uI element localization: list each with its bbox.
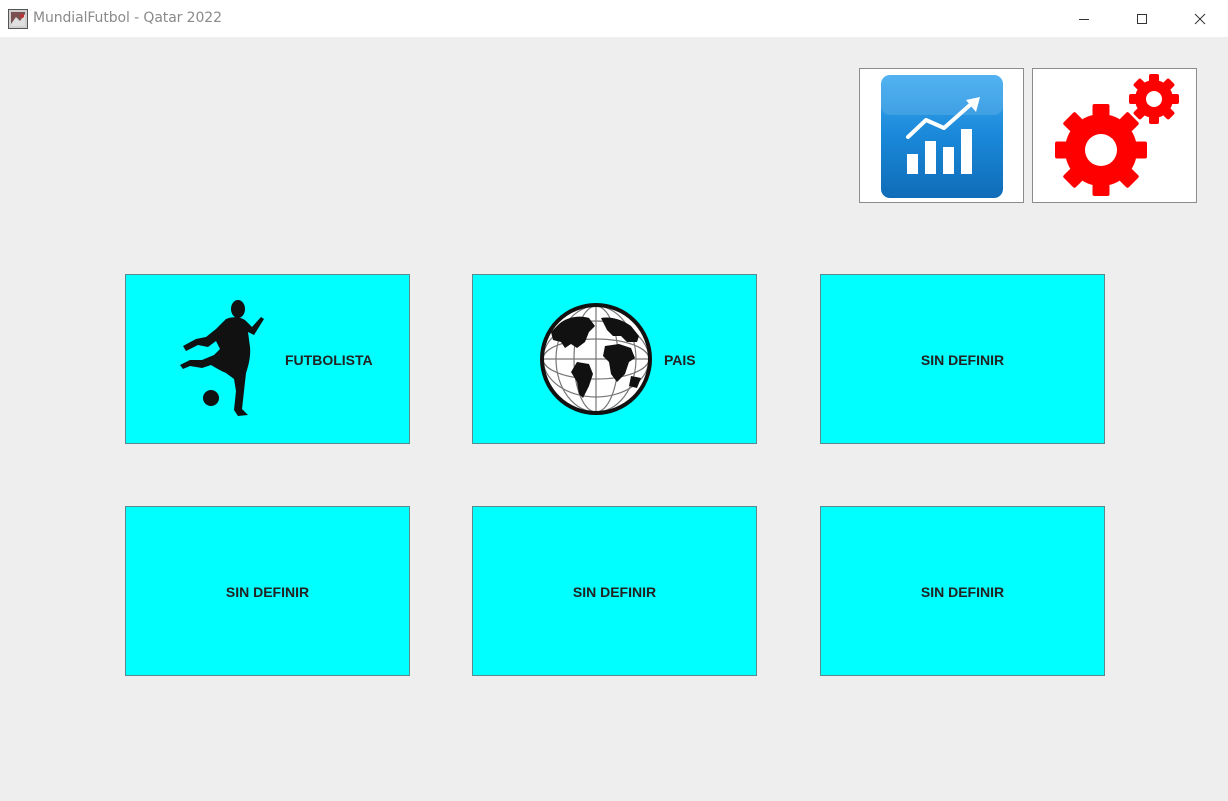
undefined-label: SIN DEFINIR (920, 352, 1005, 368)
maximize-icon (1137, 13, 1147, 24)
minimize-icon (1079, 18, 1089, 20)
soccer-player-icon (180, 300, 264, 416)
undefined-button-1[interactable]: SIN DEFINIR (820, 274, 1105, 444)
title-bar: MundialFutbol - Qatar 2022 (0, 0, 1228, 37)
globe-icon (540, 303, 652, 415)
undefined-button-2[interactable]: SIN DEFINIR (125, 506, 410, 676)
undefined-label: SIN DEFINIR (920, 584, 1005, 600)
minimize-button[interactable] (1061, 0, 1107, 37)
close-button[interactable] (1177, 0, 1223, 37)
app-icon (8, 9, 28, 29)
futbolista-button[interactable]: FUTBOLISTA (125, 274, 410, 444)
maximize-button[interactable] (1119, 0, 1165, 37)
window-title: MundialFutbol - Qatar 2022 (33, 10, 222, 26)
pais-label: PAIS (664, 352, 696, 368)
close-icon (1194, 13, 1206, 24)
settings-button[interactable] (1032, 68, 1197, 203)
futbolista-label: FUTBOLISTA (285, 352, 373, 368)
undefined-label: SIN DEFINIR (572, 584, 657, 600)
undefined-button-3[interactable]: SIN DEFINIR (472, 506, 757, 676)
bar-chart-trend-icon (881, 75, 1003, 198)
undefined-label: SIN DEFINIR (225, 584, 310, 600)
gears-icon (1055, 74, 1179, 196)
stats-button[interactable] (859, 68, 1024, 203)
pais-button[interactable]: PAIS (472, 274, 757, 444)
undefined-button-4[interactable]: SIN DEFINIR (820, 506, 1105, 676)
